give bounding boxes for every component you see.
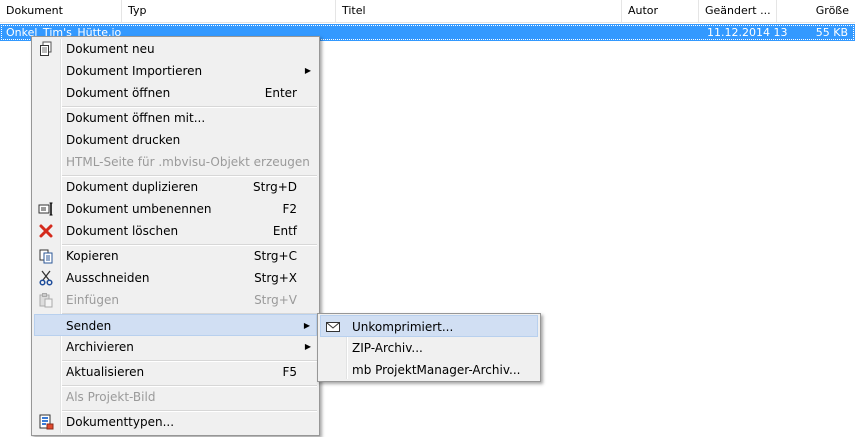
rename-icon xyxy=(38,201,54,217)
menu-item-label: ZIP-Archiv... xyxy=(352,341,423,355)
menu-item-label: Dokument umbenennen xyxy=(66,202,212,216)
menu-item-label: Als Projekt-Bild xyxy=(66,390,156,404)
row-size: 55 KB xyxy=(815,26,848,39)
menu-item-label: HTML-Seite für .mbvisu-Objekt erzeugen xyxy=(66,155,310,169)
menu-item-dokument-loeschen[interactable]: Dokument löschen Entf xyxy=(34,220,317,242)
document-types-icon xyxy=(38,414,54,430)
column-header-dokument[interactable]: Dokument xyxy=(0,0,122,22)
menu-item-label: Aktualisieren xyxy=(66,365,145,379)
menu-item-label: Senden xyxy=(66,319,112,333)
menu-item-label: Dokument öffnen xyxy=(66,86,171,100)
column-header-typ[interactable]: Typ xyxy=(122,0,336,22)
menu-item-label: mb ProjektManager-Archiv... xyxy=(352,363,521,377)
menu-item-shortcut: Strg+D xyxy=(253,180,297,194)
copy-icon xyxy=(38,248,54,264)
submenu-arrow-icon: ▶ xyxy=(303,321,310,330)
menu-item-label: Unkomprimiert... xyxy=(352,320,454,334)
menu-item-einfuegen: Einfügen Strg+V xyxy=(34,289,317,311)
context-menu: Dokument neu Dokument Importieren ▶ Doku… xyxy=(31,36,320,436)
menu-item-dokumenttypen[interactable]: Dokumenttypen... xyxy=(34,411,317,433)
submenu-arrow-icon: ▶ xyxy=(304,66,311,75)
menu-item-html-seite: HTML-Seite für .mbvisu-Objekt erzeugen xyxy=(34,151,317,173)
paste-icon xyxy=(38,292,54,308)
submenu-item-projektmanager-archiv[interactable]: mb ProjektManager-Archiv... xyxy=(320,359,538,381)
menu-item-label: Kopieren xyxy=(66,249,119,263)
menu-item-aktualisieren[interactable]: Aktualisieren F5 xyxy=(34,361,317,383)
menu-item-label: Dokumenttypen... xyxy=(66,415,175,429)
menu-item-dokument-drucken[interactable]: Dokument drucken xyxy=(34,129,317,151)
menu-item-label: Dokument Importieren xyxy=(66,64,203,78)
menu-item-kopieren[interactable]: Kopieren Strg+C xyxy=(34,245,317,267)
send-submenu: Unkomprimiert... ZIP-Archiv... mb Projek… xyxy=(317,313,541,382)
menu-item-shortcut: Strg+X xyxy=(254,271,297,285)
menu-item-label: Dokument duplizieren xyxy=(66,180,199,194)
menu-item-shortcut: Strg+V xyxy=(254,293,297,307)
menu-item-shortcut: Entf xyxy=(272,224,297,238)
menu-item-shortcut: F2 xyxy=(282,202,297,216)
menu-item-dokument-umbenennen[interactable]: Dokument umbenennen F2 xyxy=(34,198,317,220)
menu-item-shortcut: F5 xyxy=(282,365,297,379)
menu-item-label: Einfügen xyxy=(66,293,119,307)
envelope-icon xyxy=(325,319,341,335)
menu-item-senden[interactable]: Senden ▶ xyxy=(34,314,317,336)
menu-item-shortcut: Strg+C xyxy=(253,249,297,263)
menu-item-dokument-oeffnen[interactable]: Dokument öffnen Enter xyxy=(34,82,317,104)
menu-item-archivieren[interactable]: Archivieren ▶ xyxy=(34,336,317,358)
menu-item-label: Dokument löschen xyxy=(66,224,179,238)
submenu-item-unkomprimiert[interactable]: Unkomprimiert... xyxy=(320,315,538,337)
menu-item-shortcut: Enter xyxy=(264,86,297,100)
column-header-groesse[interactable]: Größe xyxy=(777,0,855,22)
menu-item-ausschneiden[interactable]: Ausschneiden Strg+X xyxy=(34,267,317,289)
column-header-geaendert[interactable]: Geändert ... xyxy=(699,0,777,22)
menu-item-label: Dokument neu xyxy=(66,42,155,56)
new-document-icon xyxy=(38,41,54,57)
list-header: Dokument Typ Titel Autor Geändert ... Gr… xyxy=(0,0,855,23)
menu-item-label: Archivieren xyxy=(66,340,134,354)
submenu-arrow-icon: ▶ xyxy=(304,342,311,351)
column-header-titel[interactable]: Titel xyxy=(336,0,622,22)
delete-icon xyxy=(38,223,54,239)
menu-item-dokument-importieren[interactable]: Dokument Importieren ▶ xyxy=(34,60,317,82)
submenu-item-zip-archiv[interactable]: ZIP-Archiv... xyxy=(320,337,538,359)
row-modified: 11.12.2014 13 xyxy=(707,26,788,39)
cut-icon xyxy=(38,270,54,286)
menu-item-dokument-duplizieren[interactable]: Dokument duplizieren Strg+D xyxy=(34,176,317,198)
menu-item-dokument-neu[interactable]: Dokument neu xyxy=(34,38,317,60)
menu-item-label: Ausschneiden xyxy=(66,271,150,285)
menu-item-dokument-oeffnen-mit[interactable]: Dokument öffnen mit... xyxy=(34,107,317,129)
menu-item-label: Dokument drucken xyxy=(66,133,181,147)
menu-item-label: Dokument öffnen mit... xyxy=(66,111,206,125)
menu-item-als-projekt-bild: Als Projekt-Bild xyxy=(34,386,317,408)
column-header-autor[interactable]: Autor xyxy=(622,0,699,22)
